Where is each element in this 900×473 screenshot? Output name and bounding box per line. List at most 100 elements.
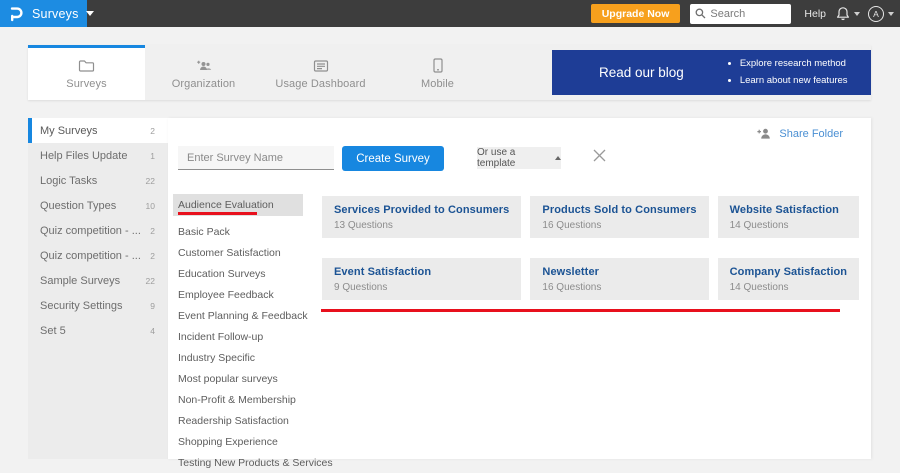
template-card-questions: 14 Questions — [729, 282, 789, 293]
bell-icon — [836, 6, 850, 21]
tab-label: Mobile — [420, 78, 454, 90]
red-underline-annotation — [178, 212, 257, 215]
folders-sidebar: My Surveys 2 Help Files Update 1 Logic T… — [28, 118, 168, 459]
close-template-panel-button[interactable] — [592, 148, 608, 164]
mobile-icon — [432, 58, 443, 73]
tab-organization[interactable]: Organization — [145, 45, 262, 100]
organization-icon — [195, 59, 213, 73]
share-folder-link[interactable]: Share Folder — [756, 127, 843, 140]
search-box[interactable] — [690, 3, 792, 24]
category-label: Readership Satisfaction — [178, 414, 289, 427]
sidebar-item-label: My Surveys — [40, 124, 98, 137]
template-card-title: Services Provided to Consumers — [334, 204, 510, 216]
sidebar-item-question-types[interactable]: Question Types 10 — [28, 193, 168, 218]
category-basic-pack[interactable]: Basic Pack — [173, 221, 306, 242]
category-label: Employee Feedback — [178, 288, 274, 301]
topbar-actions: Upgrade Now Help A — [590, 0, 894, 27]
category-readership-satisfaction[interactable]: Readership Satisfaction — [173, 410, 306, 431]
sidebar-item-set-5[interactable]: Set 5 4 — [28, 318, 168, 343]
tab-label: Organization — [171, 77, 236, 90]
sidebar-item-my-surveys[interactable]: My Surveys 2 — [28, 118, 168, 143]
category-employee-feedback[interactable]: Employee Feedback — [173, 284, 306, 305]
category-label: Shopping Experience — [178, 435, 278, 448]
template-dropdown[interactable]: Or use a template — [477, 147, 561, 169]
sidebar-item-label: Help Files Update — [40, 149, 128, 162]
category-label: Event Planning & Feedback — [178, 309, 308, 322]
sidebar-item-count: 2 — [150, 125, 155, 136]
add-person-icon — [756, 127, 772, 140]
template-category-list: Audience Evaluation Basic Pack Customer … — [173, 194, 333, 473]
sidebar-item-help-files-update[interactable]: Help Files Update 1 — [28, 143, 168, 168]
sidebar-item-label: Sample Surveys — [40, 274, 121, 287]
template-card-title: Website Satisfaction — [729, 204, 839, 216]
category-industry-specific[interactable]: Industry Specific — [173, 347, 306, 368]
template-card-grid: Services Provided to Consumers 13 Questi… — [322, 196, 860, 300]
category-education-surveys[interactable]: Education Surveys — [173, 263, 306, 284]
template-card-website-satisfaction[interactable]: Website Satisfaction 14 Questions — [717, 196, 860, 238]
chevron-down-icon — [854, 11, 860, 16]
topbar: Surveys Upgrade Now Help A — [0, 0, 900, 27]
sidebar-item-quiz-competition-1[interactable]: Quiz competition - ... 2 — [28, 218, 168, 243]
create-survey-button[interactable]: Create Survey — [342, 146, 444, 171]
category-label: Non-Profit & Membership — [178, 393, 296, 406]
header: Surveys Organization Usage Dashboard Mob… — [28, 45, 871, 100]
template-card-services-provided[interactable]: Services Provided to Consumers 13 Questi… — [322, 196, 522, 238]
notifications-button[interactable] — [836, 6, 860, 21]
category-incident-follow-up[interactable]: Incident Follow-up — [173, 326, 306, 347]
search-input[interactable] — [710, 7, 789, 20]
category-label: Incident Follow-up — [178, 330, 264, 343]
tab-mobile[interactable]: Mobile — [379, 45, 496, 100]
app-menu[interactable]: Surveys — [0, 0, 94, 27]
sidebar-item-label: Question Types — [40, 199, 117, 212]
template-card-event-satisfaction[interactable]: Event Satisfaction 9 Questions — [322, 258, 522, 300]
avatar: A — [868, 5, 884, 22]
upgrade-now-button[interactable]: Upgrade Now — [590, 4, 681, 23]
sidebar-item-logic-tasks[interactable]: Logic Tasks 22 — [28, 168, 168, 193]
sidebar-item-label: Logic Tasks — [40, 174, 98, 187]
sidebar-item-count: 1 — [150, 150, 155, 161]
blog-banner-title: Read our blog — [599, 65, 684, 80]
category-label: Industry Specific — [178, 351, 256, 364]
chevron-down-icon — [85, 11, 94, 16]
category-label: Testing New Products & Services — [178, 456, 333, 469]
tab-label: Surveys — [66, 77, 107, 90]
template-card-title: Event Satisfaction — [334, 266, 432, 278]
template-card-questions: 16 Questions — [542, 282, 602, 293]
main-panel: Share Folder Create Survey Or use a temp… — [168, 118, 871, 469]
template-card-questions: 13 Questions — [334, 220, 393, 231]
sidebar-item-count: 22 — [145, 175, 155, 186]
category-customer-satisfaction[interactable]: Customer Satisfaction — [173, 242, 306, 263]
sidebar-item-sample-surveys[interactable]: Sample Surveys 22 — [28, 268, 168, 293]
category-most-popular-surveys[interactable]: Most popular surveys — [173, 368, 306, 389]
template-card-products-sold[interactable]: Products Sold to Consumers 16 Questions — [530, 196, 709, 238]
template-card-title: Products Sold to Consumers — [542, 204, 697, 216]
app-menu-label: Surveys — [32, 6, 79, 21]
tab-usage-dashboard[interactable]: Usage Dashboard — [262, 45, 379, 100]
search-icon — [695, 8, 706, 19]
help-link[interactable]: Help — [804, 8, 826, 20]
template-card-questions: 16 Questions — [542, 220, 602, 231]
blog-banner[interactable]: Read our blog Explore research method Le… — [552, 50, 871, 95]
sidebar-item-label: Security Settings — [40, 299, 123, 312]
account-menu[interactable]: A — [868, 5, 894, 22]
share-folder-label: Share Folder — [779, 127, 843, 140]
category-testing-new-products[interactable]: Testing New Products & Services — [173, 452, 333, 473]
tab-surveys[interactable]: Surveys — [28, 45, 145, 100]
category-shopping-experience[interactable]: Shopping Experience — [173, 431, 306, 452]
template-card-questions: 9 Questions — [334, 282, 388, 293]
sidebar-item-count: 2 — [150, 250, 155, 261]
template-card-company-satisfaction[interactable]: Company Satisfaction 14 Questions — [717, 258, 860, 300]
category-label: Customer Satisfaction — [178, 246, 281, 259]
sidebar-item-security-settings[interactable]: Security Settings 9 — [28, 293, 168, 318]
sidebar-item-quiz-competition-2[interactable]: Quiz competition - ... 2 — [28, 243, 168, 268]
template-card-title: Company Satisfaction — [729, 266, 848, 278]
category-event-planning-feedback[interactable]: Event Planning & Feedback — [173, 305, 308, 326]
template-card-newsletter[interactable]: Newsletter 16 Questions — [530, 258, 709, 300]
red-line-annotation — [321, 309, 840, 312]
dashboard-icon — [313, 59, 329, 73]
sidebar-item-count: 10 — [145, 200, 155, 211]
category-non-profit-membership[interactable]: Non-Profit & Membership — [173, 389, 306, 410]
sidebar-item-label: Set 5 — [40, 324, 66, 337]
blog-bullet: Learn about new features — [740, 73, 848, 90]
survey-name-input[interactable] — [178, 146, 334, 170]
